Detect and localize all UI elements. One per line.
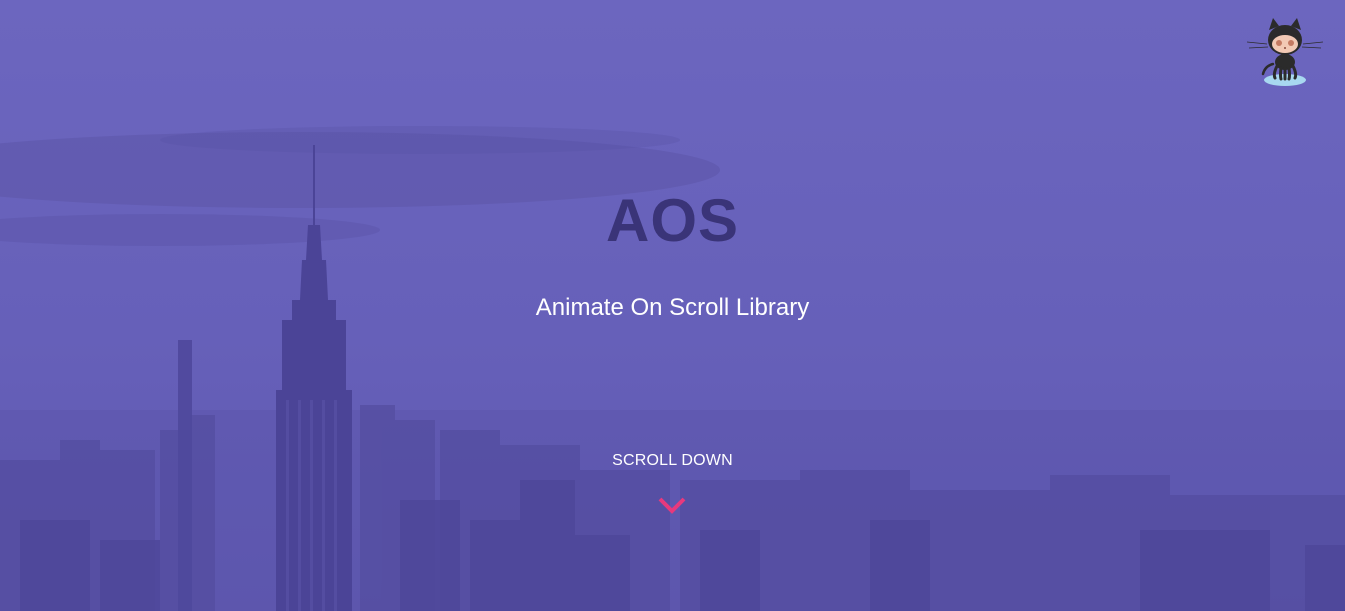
scroll-down-label[interactable]: SCROLL DOWN [0, 452, 1345, 470]
page-subtitle: Animate On Scroll Library [535, 294, 810, 321]
octocat-icon[interactable] [1247, 18, 1323, 88]
chevron-down-icon[interactable] [657, 495, 687, 515]
hero-section: AOS Animate On Scroll Library SCROLL DOW… [0, 0, 1345, 611]
page-title: AOS [605, 187, 740, 254]
